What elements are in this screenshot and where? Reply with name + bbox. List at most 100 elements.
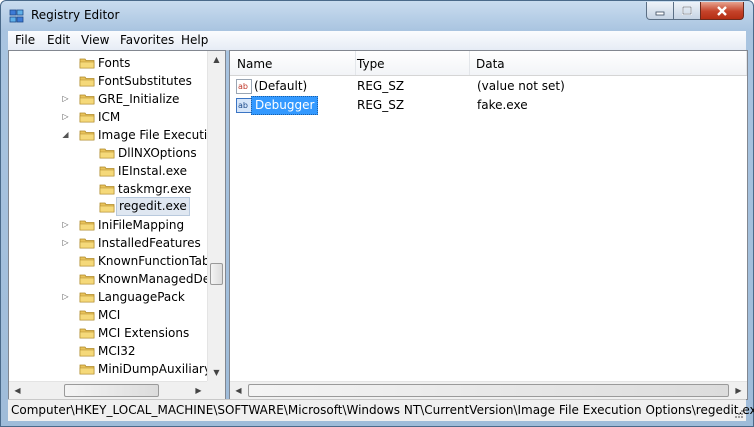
tree-item-label: MCI Extensions	[98, 326, 190, 340]
menu-edit[interactable]: Edit	[47, 33, 70, 47]
value-row[interactable]: ab (Default) REG_SZ (value not set)	[230, 77, 747, 96]
folder-icon	[79, 112, 95, 123]
tree-item[interactable]: IEInstal.exe	[9, 162, 207, 180]
folder-icon	[79, 76, 95, 87]
folder-icon	[79, 346, 95, 357]
tree-item-label: IEInstal.exe	[118, 164, 188, 178]
scroll-down-arrow-icon[interactable]: ▼	[208, 364, 225, 381]
tree-item[interactable]: taskmgr.exe	[9, 180, 207, 198]
tree-vscroll-thumb[interactable]	[210, 263, 223, 285]
tree-item[interactable]: ▷ ICM	[9, 108, 207, 126]
tree-item[interactable]: MCI Extensions	[9, 324, 207, 342]
column-header-type[interactable]: Type	[356, 51, 470, 75]
column-header-data[interactable]: Data	[476, 51, 747, 75]
values-list-pane[interactable]: Name Type Data ab (Default) REG_SZ (valu…	[229, 50, 748, 400]
folder-icon	[99, 202, 115, 213]
string-value-icon: ab	[236, 79, 252, 94]
column-header-row: Name Type Data	[230, 51, 747, 76]
tree-item[interactable]: FontSubstitutes	[9, 72, 207, 90]
value-data: (value not set)	[477, 79, 565, 93]
scroll-up-arrow-icon[interactable]: ▲	[208, 51, 225, 68]
tree-item-label: regedit.exe	[116, 197, 190, 216]
minimize-icon	[655, 11, 665, 15]
scroll-corner	[207, 381, 225, 399]
maximize-button[interactable]	[673, 2, 701, 20]
tree-item-label: ICM	[98, 110, 121, 124]
value-data: fake.exe	[477, 98, 528, 112]
svg-text:ab: ab	[238, 101, 248, 110]
status-path: Computer\HKEY_LOCAL_MACHINE\SOFTWARE\Mic…	[11, 403, 754, 417]
tree-item[interactable]: ◢ Image File Execution	[9, 126, 222, 144]
menu-favorites[interactable]: Favorites	[120, 33, 174, 47]
scroll-right-arrow-icon[interactable]: ▶	[730, 382, 747, 399]
tree-item-label: InstalledFeatures	[98, 236, 201, 250]
tree-vertical-scrollbar[interactable]: ▲ ▼	[207, 51, 225, 381]
collapsed-arrow-icon[interactable]: ▷	[61, 288, 70, 306]
tree-item[interactable]: MCI	[9, 306, 207, 324]
collapsed-arrow-icon[interactable]: ▷	[61, 216, 70, 234]
tree-item[interactable]: MiniDumpAuxiliaryD	[9, 360, 220, 378]
minimize-button[interactable]	[646, 2, 674, 20]
value-name: Debugger	[251, 96, 319, 115]
tree-horizontal-scrollbar[interactable]: ◀ ▶	[9, 381, 207, 399]
tree-item-label: DllNXOptions	[118, 146, 197, 160]
tree-item[interactable]: DllNXOptions	[9, 144, 207, 162]
tree-item-label: LanguagePack	[98, 290, 185, 304]
scroll-left-arrow-icon[interactable]: ◀	[9, 382, 26, 399]
menu-file[interactable]: File	[15, 33, 35, 47]
list-hscroll-thumb[interactable]	[248, 384, 729, 397]
tree-item-label: KnownFunctionTable	[98, 254, 221, 268]
menu-view[interactable]: View	[81, 33, 109, 47]
folder-icon	[79, 58, 95, 69]
column-header-name[interactable]: Name	[230, 51, 356, 75]
tree-item[interactable]: regedit.exe	[9, 197, 207, 216]
tree-item-label: Image File Execution	[98, 128, 223, 142]
menu-bar: File Edit View Favorites Help	[8, 31, 746, 51]
list-horizontal-scrollbar[interactable]: ◀ ▶	[230, 381, 747, 399]
expanded-arrow-icon[interactable]: ◢	[61, 126, 70, 144]
tree-item[interactable]: MCI32	[9, 342, 207, 360]
tree-item[interactable]: ▷ InstalledFeatures	[9, 234, 207, 252]
registry-editor-window: Registry Editor File Edit View Favorites…	[0, 0, 754, 427]
status-bar: Computer\HKEY_LOCAL_MACHINE\SOFTWARE\Mic…	[8, 399, 754, 421]
close-button[interactable]	[700, 2, 744, 20]
resize-grip-icon[interactable]	[734, 409, 744, 419]
title-bar[interactable]: Registry Editor	[1, 1, 753, 31]
folder-icon	[79, 238, 95, 249]
tree-item-label: MCI	[98, 308, 121, 322]
collapsed-arrow-icon[interactable]: ▷	[61, 90, 70, 108]
tree-item[interactable]: ▷ GRE_Initialize	[9, 90, 207, 108]
folder-icon	[79, 274, 95, 285]
tree-item[interactable]: Fonts	[9, 54, 207, 72]
string-value-icon: ab	[236, 98, 252, 113]
collapsed-arrow-icon[interactable]: ▷	[61, 234, 70, 252]
tree-item-label: GRE_Initialize	[98, 92, 180, 106]
tree-item-label: Fonts	[98, 56, 131, 70]
tree-item-label: IniFileMapping	[98, 218, 185, 232]
folder-icon	[79, 130, 95, 141]
tree-item[interactable]: ▷ IniFileMapping	[9, 216, 207, 234]
tree-item[interactable]: KnownFunctionTable	[9, 252, 220, 270]
folder-icon	[79, 364, 95, 375]
tree-item[interactable]: KnownManagedDeb	[9, 270, 218, 288]
close-icon	[717, 5, 727, 16]
collapsed-arrow-icon[interactable]: ▷	[61, 108, 70, 126]
value-name: (Default)	[254, 79, 308, 93]
scroll-left-arrow-icon[interactable]: ◀	[230, 382, 247, 399]
tree-item[interactable]: ▷ LanguagePack	[9, 288, 207, 306]
value-row-selected[interactable]: ab Debugger REG_SZ fake.exe	[230, 96, 747, 115]
folder-icon	[79, 292, 95, 303]
key-tree-pane[interactable]: Fonts FontSubstitutes ▷ GRE_Initialize ▷ ICM ◢…	[8, 50, 226, 400]
folder-icon	[99, 148, 115, 159]
window-title: Registry Editor	[31, 8, 120, 22]
menu-help[interactable]: Help	[181, 33, 208, 47]
folder-icon	[79, 256, 95, 267]
svg-text:ab: ab	[238, 82, 248, 91]
maximize-icon	[682, 5, 692, 15]
folder-icon	[79, 220, 95, 231]
folder-icon	[99, 166, 115, 177]
scroll-right-arrow-icon[interactable]: ▶	[190, 382, 207, 399]
tree-hscroll-thumb[interactable]	[64, 384, 159, 397]
folder-icon	[79, 310, 95, 321]
folder-icon	[99, 184, 115, 195]
